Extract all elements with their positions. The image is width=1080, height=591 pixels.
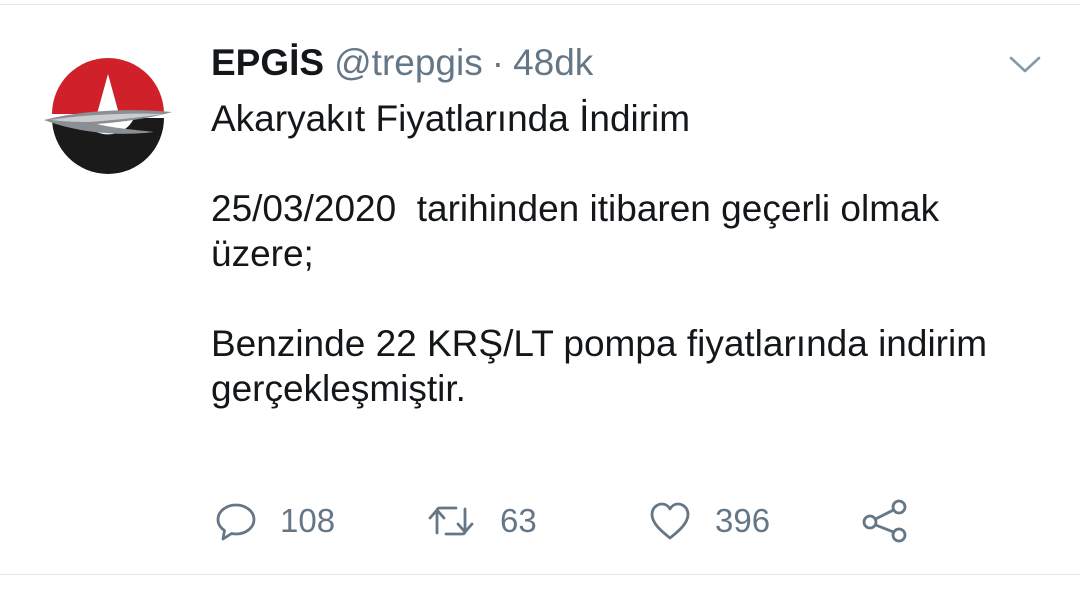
epgis-logo-icon <box>44 58 172 174</box>
like-count: 396 <box>715 502 771 539</box>
bottom-divider <box>0 574 1080 575</box>
retweet-icon <box>428 506 474 536</box>
tweet-paragraph: Benzinde 22 KRŞ/LT pompa fiyatlarında in… <box>211 323 998 409</box>
tweet-timestamp[interactable]: 48dk <box>513 38 593 88</box>
tweet-text: Akaryakıt Fiyatlarında İndirim 25/03/202… <box>211 96 1051 411</box>
tweet-paragraph: Akaryakıt Fiyatlarında İndirim <box>211 98 691 139</box>
tweet-paragraph: 25/03/2020 tarihinden itibaren geçerli o… <box>211 188 950 274</box>
author-name[interactable]: EPGİS <box>211 38 324 88</box>
like-button[interactable]: 396 <box>647 496 770 546</box>
tweet-actions: 108 63 396 <box>0 496 1080 546</box>
share-icon <box>862 499 907 543</box>
reply-button[interactable]: 108 <box>214 496 335 546</box>
author-handle[interactable]: @trepgis <box>334 38 483 88</box>
avatar[interactable] <box>42 52 174 178</box>
heart-icon <box>650 502 690 540</box>
share-button[interactable] <box>860 496 910 546</box>
tweet-menu-button[interactable] <box>1006 50 1044 78</box>
tweet-card[interactable]: EPGİS @trepgis · 48dk Akaryakıt Fiyatlar… <box>0 0 1080 591</box>
retweet-button[interactable]: 63 <box>424 496 537 546</box>
retweet-count: 63 <box>500 502 537 539</box>
chevron-down-icon <box>1009 56 1041 73</box>
separator-dot: · <box>491 42 505 83</box>
reply-icon <box>216 503 256 541</box>
reply-count: 108 <box>280 502 336 539</box>
tweet-header: EPGİS @trepgis · 48dk <box>211 38 593 88</box>
